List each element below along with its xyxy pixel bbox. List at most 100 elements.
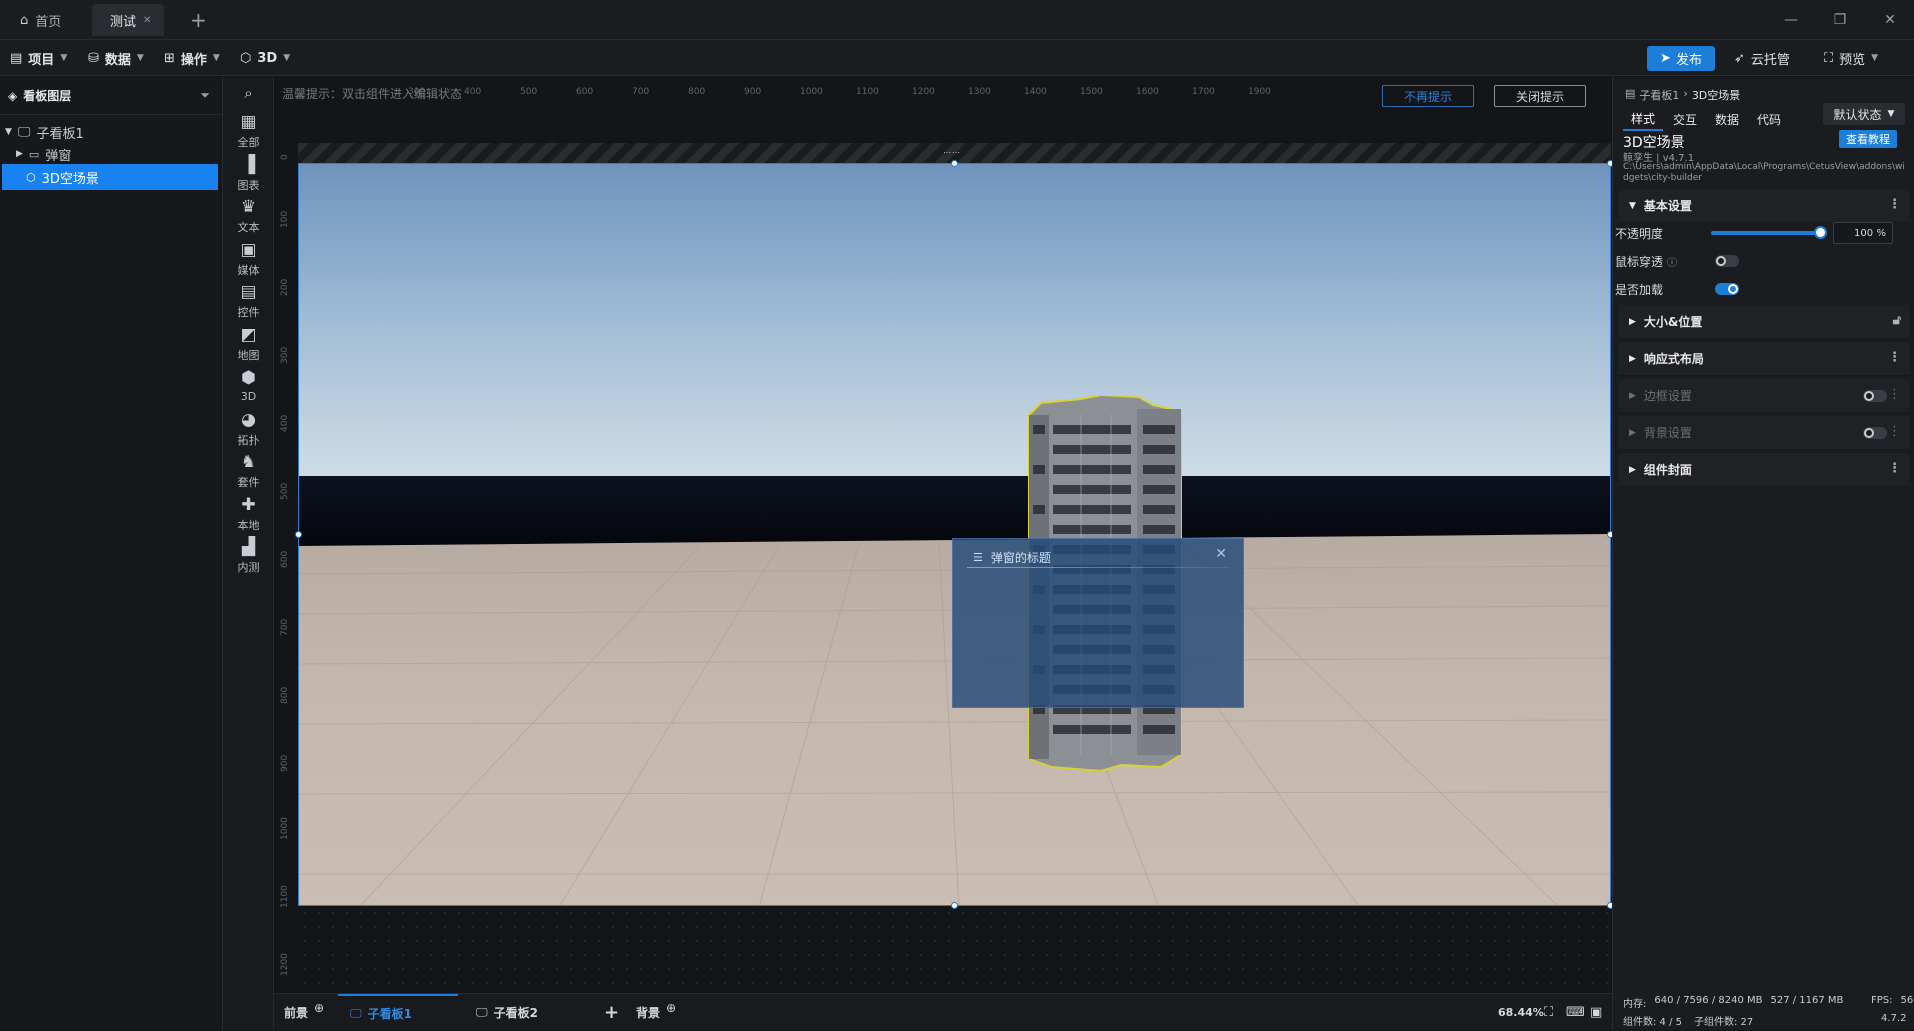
caret-right-icon: ▶	[1629, 390, 1636, 401]
section-background[interactable]: ▶ 背景设置 ⋮	[1619, 416, 1909, 450]
add-circle-icon[interactable]: ⊕	[314, 1001, 324, 1015]
fit-screen-icon[interactable]: ⛶	[1544, 994, 1553, 1031]
resize-handle-left[interactable]	[295, 531, 302, 538]
more-icon[interactable]: ⋮	[1888, 388, 1901, 402]
tool-label: 图表	[237, 178, 260, 192]
tab-board1[interactable]: 🖵 子看板1	[338, 994, 458, 1031]
mouse-through-row: 鼠标穿透 ⓘ	[1615, 247, 1909, 275]
zoom-level[interactable]: 68.44%	[1498, 994, 1544, 1031]
folder-icon: ▭	[28, 147, 40, 161]
more-icon[interactable]: ⋮	[1888, 462, 1901, 476]
opacity-input[interactable]: 100 %	[1833, 222, 1893, 244]
close-icon[interactable]: ✕	[1215, 546, 1227, 562]
close-window-button[interactable]: ✕	[1880, 10, 1900, 30]
tutorial-button[interactable]: 查看教程	[1839, 130, 1897, 148]
border-toggle[interactable]	[1863, 390, 1887, 402]
section-basic[interactable]: ▼ 基本设置 ⋮	[1619, 189, 1909, 223]
tab-test[interactable]: 测试 ✕	[92, 4, 164, 36]
tool-suite[interactable]: ♞ 套件	[223, 447, 274, 495]
background-tab[interactable]: 背景 ⊕	[636, 994, 676, 1031]
tab-home[interactable]: ⌂ 首页	[20, 4, 80, 36]
tab-board2[interactable]: 🖵 子看板2	[476, 994, 538, 1031]
section-cover[interactable]: ▶ 组件封面 ⋮	[1619, 453, 1909, 487]
foreground-tab[interactable]: 前景 ⊕	[284, 994, 324, 1031]
layers-header: ◈ 看板图层 ⏷	[0, 77, 222, 115]
menu-project-label: 项目	[28, 52, 55, 68]
state-select-value: 默认状态	[1833, 107, 1882, 122]
section-border[interactable]: ▶ 边框设置 ⋮	[1619, 379, 1909, 413]
minimize-button[interactable]: —	[1781, 10, 1801, 30]
cube-icon: ⬢	[241, 368, 256, 388]
lock-icon[interactable]: 🔓︎	[1893, 314, 1901, 328]
scene-stage[interactable]	[298, 163, 1611, 906]
mouse-through-toggle[interactable]	[1715, 255, 1739, 267]
close-hint-button[interactable]: 关闭提示	[1494, 85, 1586, 107]
more-icon[interactable]: ⋮	[1888, 425, 1901, 439]
add-circle-icon[interactable]: ⊕	[666, 1001, 676, 1015]
loading-row: 是否加载	[1615, 275, 1909, 303]
tool-label: 拓扑	[237, 433, 260, 447]
menu-3d[interactable]: ⬡ 3D ▼	[240, 48, 290, 68]
tool-topology[interactable]: ◕ 拓扑	[223, 405, 274, 453]
tool-widget[interactable]: ▤ 控件	[223, 277, 274, 325]
menu-bar: ▤ 项目 ▼ ⛁ 数据 ▼ ⊞ 操作 ▼ ⬡ 3D ▼	[0, 40, 1914, 76]
properties-panel: ▤ 子看板1 › 3D空场景 样式 交互 数据 代码 默认状态 ▼ 3D空场景 …	[1612, 77, 1914, 1030]
monitor-icon: 🖵	[476, 1005, 488, 1019]
tab-style[interactable]: 样式	[1623, 107, 1663, 131]
close-tab-icon[interactable]: ✕	[143, 15, 151, 26]
filter-icon[interactable]: ⏷	[200, 88, 210, 103]
component-toolbox: ⌕ ▦ 全部 ▐ 图表 ♛ 文本 ▣ 媒体 ▤ 控件 ◩ 地图 ⬢ 3D ◕ 拓扑 ♞ 套件 ✚ 本…	[223, 77, 274, 1030]
add-board-button[interactable]: +	[604, 994, 619, 1031]
tool-chart[interactable]: ▐ 图表	[223, 150, 274, 198]
tab-data[interactable]: 数据	[1707, 107, 1747, 131]
caret-down-icon[interactable]: ▼	[5, 127, 12, 137]
publish-button[interactable]: ➤ 发布	[1647, 46, 1715, 71]
tool-3d[interactable]: ⬢ 3D	[223, 362, 274, 410]
terminal-icon[interactable]: ▣	[1590, 994, 1602, 1031]
tab-code[interactable]: 代码	[1749, 107, 1789, 131]
preview-button[interactable]: ⛶ 预览 ▼	[1824, 48, 1878, 68]
opacity-slider[interactable]	[1711, 226, 1827, 239]
new-tab-button[interactable]: +	[190, 4, 210, 36]
ruler-tick-label: 700	[632, 87, 650, 97]
tool-map[interactable]: ◩ 地图	[223, 320, 274, 368]
resize-handle-top[interactable]	[951, 160, 958, 167]
section-size-position[interactable]: ▶ 大小&位置 🔓︎	[1619, 305, 1909, 339]
restore-button[interactable]: ❐	[1830, 10, 1850, 30]
search-button[interactable]: ⌕	[223, 77, 274, 109]
ruler-tick-label: 1500	[1080, 87, 1103, 97]
opacity-slider-knob[interactable]	[1814, 226, 1827, 239]
help-icon[interactable]: ⓘ	[1667, 254, 1677, 269]
ruler-tick-label: 500	[280, 482, 290, 500]
menu-operation-label: 操作	[180, 52, 207, 68]
caret-down-icon: ▼	[1629, 200, 1636, 211]
caret-right-icon: ▶	[1629, 316, 1636, 327]
menu-operation[interactable]: ⊞ 操作 ▼	[164, 48, 220, 68]
paper-plane-icon: ➶	[1734, 50, 1745, 66]
tool-text[interactable]: ♛ 文本	[223, 192, 274, 240]
section-responsive[interactable]: ▶ 响应式布局 ⋮	[1619, 342, 1909, 376]
drag-handle-icon[interactable]: ⋯⋯	[943, 149, 965, 157]
tool-media[interactable]: ▣ 媒体	[223, 235, 274, 283]
tool-label: 本地	[237, 518, 260, 532]
tool-local[interactable]: ✚ 本地	[223, 490, 274, 538]
popup-window[interactable]: ☰ 弹窗的标题 ✕	[952, 538, 1244, 708]
loading-toggle[interactable]	[1715, 283, 1739, 295]
dismiss-hint-button[interactable]: 不再提示	[1382, 85, 1474, 107]
more-icon[interactable]: ⋮	[1888, 198, 1901, 212]
keyboard-icon[interactable]: ⌨	[1566, 994, 1585, 1031]
tool-beta[interactable]: ▟ 内测	[223, 532, 274, 580]
layer-label: 3D空场景	[41, 171, 99, 187]
menu-project[interactable]: ▤ 项目 ▼	[10, 48, 67, 68]
ruler-tick-label: 1000	[280, 817, 290, 840]
caret-right-icon[interactable]: ▶	[16, 149, 23, 159]
tab-interaction[interactable]: 交互	[1665, 107, 1705, 131]
layer-item-3d-scene[interactable]: ⬡ 3D空场景	[2, 164, 218, 190]
tool-all[interactable]: ▦ 全部	[223, 107, 274, 155]
state-select[interactable]: 默认状态 ▼	[1823, 103, 1905, 125]
section-label: 大小&位置	[1643, 315, 1703, 329]
background-toggle[interactable]	[1863, 427, 1887, 439]
menu-data[interactable]: ⛁ 数据 ▼	[88, 48, 144, 68]
cloud-hosting-button[interactable]: ➶ 云托管	[1734, 48, 1790, 68]
more-icon[interactable]: ⋮	[1888, 351, 1901, 365]
